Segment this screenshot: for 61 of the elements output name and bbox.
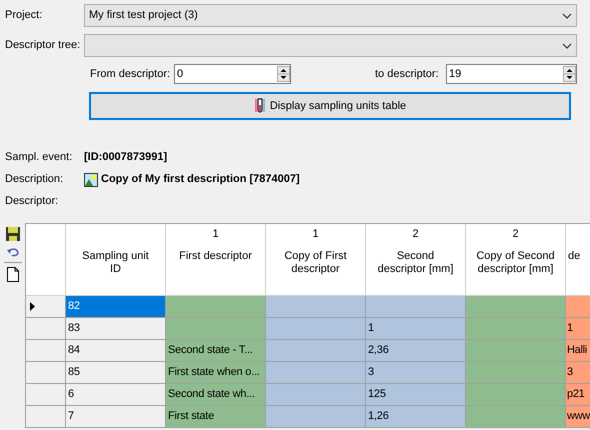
- number-field[interactable]: 0: [174, 64, 291, 84]
- field-label: Descriptor tree:: [4, 38, 82, 54]
- info-label: Descriptor:: [4, 194, 60, 210]
- table-cell[interactable]: [266, 406, 366, 428]
- table-cell[interactable]: [266, 362, 366, 384]
- table-cell[interactable]: 1: [566, 318, 590, 340]
- row-header[interactable]: [26, 296, 66, 318]
- undo-icon[interactable]: [6, 246, 20, 258]
- table-cell[interactable]: 84: [66, 340, 166, 362]
- info-label: Sampl. event:: [4, 150, 74, 166]
- table-cell[interactable]: [466, 384, 566, 406]
- new-document-icon[interactable]: [6, 267, 18, 282]
- table-cell[interactable]: 83: [66, 318, 166, 340]
- dropdown[interactable]: My first test project (3): [84, 4, 577, 27]
- field-label: From descriptor:: [90, 66, 172, 82]
- table-cell[interactable]: [166, 296, 266, 318]
- table-cell[interactable]: [566, 296, 590, 318]
- table-cell[interactable]: 2,36: [366, 340, 466, 362]
- table-cell[interactable]: Halli: [566, 340, 590, 362]
- table-cell[interactable]: 3: [366, 362, 466, 384]
- info-value: [ID:0007873991]: [84, 150, 168, 166]
- table-cell[interactable]: [266, 318, 366, 340]
- image-icon: [84, 172, 98, 186]
- spin-arrows-icon[interactable]: [277, 66, 290, 82]
- table-cell[interactable]: [266, 296, 366, 318]
- table-cell[interactable]: [266, 340, 366, 362]
- table-cell[interactable]: 1,26: [366, 406, 466, 428]
- info-value: Copy of My first description [7874007]: [101, 172, 300, 188]
- table-cell[interactable]: [266, 384, 366, 406]
- field-label: Project:: [4, 8, 44, 24]
- table-cell[interactable]: [466, 362, 566, 384]
- chevron-down-icon: [562, 42, 572, 48]
- chevron-down-icon: [562, 12, 572, 18]
- table-cell[interactable]: p21: [566, 384, 590, 406]
- table-cell[interactable]: 125: [366, 384, 466, 406]
- table-cell[interactable]: First state when o...: [166, 362, 266, 384]
- spin-arrows-icon[interactable]: [563, 66, 576, 82]
- table-cell[interactable]: [466, 318, 566, 340]
- field-label: to descriptor:: [375, 66, 440, 82]
- table-cell[interactable]: www: [566, 406, 590, 428]
- table-cell[interactable]: [166, 318, 266, 340]
- current-row-icon: [30, 302, 35, 311]
- table-cell[interactable]: First state: [166, 406, 266, 428]
- info-label: Description:: [4, 172, 64, 188]
- table-cell[interactable]: 6: [66, 384, 166, 406]
- table-cell[interactable]: 1: [366, 318, 466, 340]
- table-cell[interactable]: [366, 296, 466, 318]
- test-tube-icon: [254, 98, 266, 114]
- save-icon[interactable]: [4, 226, 20, 242]
- table-cell[interactable]: Second state - T...: [166, 340, 266, 362]
- table-cell[interactable]: [466, 340, 566, 362]
- table-cell[interactable]: 3: [566, 362, 590, 384]
- table-cell[interactable]: 82: [66, 296, 166, 318]
- number-field[interactable]: 19: [446, 64, 577, 84]
- dropdown[interactable]: [84, 34, 577, 57]
- table-cell[interactable]: 85: [66, 362, 166, 384]
- table-cell[interactable]: [466, 406, 566, 428]
- table-cell[interactable]: Second state wh...: [166, 384, 266, 406]
- table-cell[interactable]: 7: [66, 406, 166, 428]
- table-cell[interactable]: [466, 296, 566, 318]
- display-table-button[interactable]: Display sampling units table: [89, 92, 571, 120]
